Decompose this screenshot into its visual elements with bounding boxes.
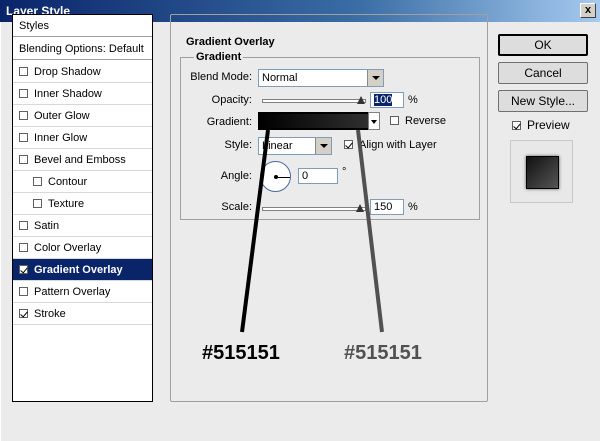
section-title: Gradient Overlay <box>184 36 277 48</box>
gradient-picker[interactable] <box>258 112 378 130</box>
style-item-label: Inner Shadow <box>34 88 102 100</box>
style-value: Linear <box>262 140 293 152</box>
style-item-label: Color Overlay <box>34 242 102 254</box>
gradient-label: Gradient: <box>206 116 252 128</box>
blend-mode-value: Normal <box>262 72 298 84</box>
checkbox[interactable] <box>19 111 28 120</box>
checkbox[interactable] <box>390 116 399 125</box>
angle-value: 0 <box>302 170 309 182</box>
align-label: Align with Layer <box>359 139 437 151</box>
style-item-stroke[interactable]: Stroke <box>13 303 152 325</box>
style-item-satin[interactable]: Satin <box>13 215 152 237</box>
style-item-label: Stroke <box>34 308 66 320</box>
style-item-label: Contour <box>48 176 88 188</box>
new-style-button[interactable]: New Style... <box>498 90 588 112</box>
opacity-value: 100 <box>374 94 393 106</box>
scale-slider[interactable] <box>262 207 366 211</box>
opacity-unit: % <box>408 94 418 106</box>
style-item-inner-glow[interactable]: Inner Glow <box>13 127 152 149</box>
style-item-label: Gradient Overlay <box>34 264 123 276</box>
checkbox[interactable] <box>19 221 28 230</box>
checkbox[interactable] <box>19 243 28 252</box>
checkbox[interactable] <box>19 309 28 318</box>
checkbox[interactable] <box>19 265 28 274</box>
chevron-down-icon[interactable] <box>367 70 383 86</box>
checkbox[interactable] <box>33 199 42 208</box>
style-item-label: Drop Shadow <box>34 66 101 78</box>
opacity-label: Opacity: <box>211 94 252 106</box>
style-item-drop-shadow[interactable]: Drop Shadow <box>13 61 152 83</box>
annotation-label-right: #515151 <box>344 342 422 364</box>
annotation-label-left: #515151 <box>202 342 280 364</box>
angle-needle <box>276 177 290 178</box>
opacity-input[interactable]: 100 <box>370 92 404 108</box>
reverse-checkbox[interactable]: Reverse <box>390 115 446 127</box>
opacity-slider-thumb[interactable] <box>357 96 365 104</box>
gradient-dropdown-icon[interactable] <box>368 112 380 130</box>
blending-options[interactable]: Blending Options: Default <box>13 38 152 60</box>
angle-input[interactable]: 0 <box>298 168 338 184</box>
ok-button[interactable]: OK <box>498 34 588 56</box>
style-item-label: Pattern Overlay <box>34 286 111 298</box>
reverse-label: Reverse <box>405 115 446 127</box>
angle-unit: ° <box>342 166 347 178</box>
style-item-label: Texture <box>48 198 85 210</box>
scale-input[interactable]: 150 <box>370 199 404 215</box>
style-item-bevel-emboss[interactable]: Bevel and Emboss <box>13 149 152 171</box>
blend-mode-select[interactable]: Normal <box>258 69 384 87</box>
checkbox[interactable] <box>19 287 28 296</box>
style-item-texture[interactable]: Texture <box>13 193 152 215</box>
checkbox[interactable] <box>512 121 521 130</box>
checkbox[interactable] <box>19 133 28 142</box>
scale-unit: % <box>408 201 418 213</box>
style-item-label: Satin <box>34 220 60 232</box>
styles-list: Styles Blending Options: Default Drop Sh… <box>12 14 153 402</box>
style-item-contour[interactable]: Contour <box>13 171 152 193</box>
preview-thumbnail <box>510 140 573 203</box>
checkbox[interactable] <box>19 89 28 98</box>
blend-mode-label: Blend Mode: <box>190 71 252 83</box>
scale-label: Scale: <box>221 201 252 213</box>
style-item-label: Inner Glow <box>34 132 88 144</box>
style-item-inner-shadow[interactable]: Inner Shadow <box>13 83 152 105</box>
preview-checkbox[interactable]: Preview <box>512 118 570 132</box>
checkbox[interactable] <box>33 177 42 186</box>
cancel-button[interactable]: Cancel <box>498 62 588 84</box>
chevron-down-icon[interactable] <box>315 138 331 154</box>
preview-swatch <box>526 156 559 189</box>
style-item-label: Outer Glow <box>34 110 90 122</box>
angle-center-dot <box>274 175 278 179</box>
style-item-pattern-overlay[interactable]: Pattern Overlay <box>13 281 152 303</box>
styles-header[interactable]: Styles <box>13 15 152 37</box>
opacity-slider[interactable] <box>262 99 366 103</box>
align-with-layer-checkbox[interactable]: Align with Layer <box>344 139 437 151</box>
scale-value: 150 <box>374 201 393 213</box>
style-item-gradient-overlay[interactable]: Gradient Overlay <box>13 259 152 281</box>
checkbox[interactable] <box>19 155 28 164</box>
style-item-outer-glow[interactable]: Outer Glow <box>13 105 152 127</box>
style-label: Style: <box>224 139 252 151</box>
checkbox[interactable] <box>344 140 353 149</box>
close-button[interactable]: x <box>580 3 596 18</box>
preview-label: Preview <box>527 118 570 132</box>
angle-dial[interactable] <box>260 161 291 192</box>
checkbox[interactable] <box>19 67 28 76</box>
style-item-label: Bevel and Emboss <box>34 154 126 166</box>
group-title: Gradient <box>194 51 244 63</box>
style-select[interactable]: Linear <box>258 137 332 155</box>
style-item-color-overlay[interactable]: Color Overlay <box>13 237 152 259</box>
angle-label: Angle: <box>220 170 252 182</box>
scale-slider-thumb[interactable] <box>356 204 364 212</box>
